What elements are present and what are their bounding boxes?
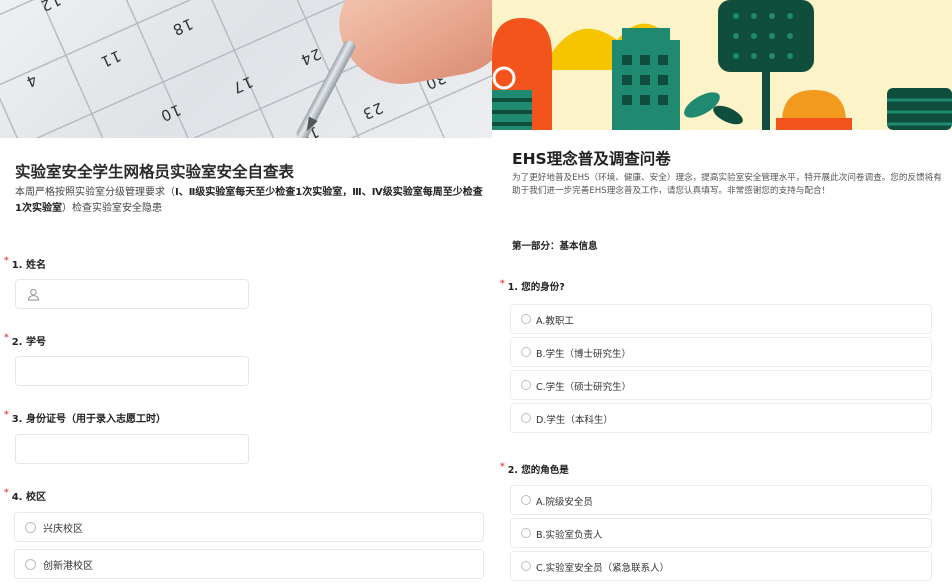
option-label: 兴庆校区 bbox=[43, 524, 83, 535]
required-mark: * bbox=[4, 333, 9, 343]
radio-button[interactable] bbox=[521, 561, 531, 571]
question-identity-label: * 1. 您的身份? bbox=[500, 279, 565, 293]
survey-title: 实验室安全学生网格员实验室安全自查表 bbox=[15, 163, 295, 181]
campus-option[interactable]: 创新港校区 bbox=[14, 549, 484, 579]
tree-canopy bbox=[718, 0, 814, 72]
radio-button[interactable] bbox=[521, 347, 531, 357]
option-label: B.学生（博士研究生） bbox=[536, 349, 632, 360]
option-label: A.教职工 bbox=[536, 316, 574, 327]
radio-button[interactable] bbox=[521, 528, 531, 538]
person-icon bbox=[27, 288, 40, 301]
question-text: 3. 身份证号（用于录入志愿工时） bbox=[11, 414, 166, 425]
radio-button[interactable] bbox=[25, 559, 36, 570]
question-id-card-label: * 3. 身份证号（用于录入志愿工时） bbox=[4, 410, 166, 425]
role-option[interactable]: C.实验室安全员（紧急联系人） bbox=[510, 551, 932, 581]
radio-button[interactable] bbox=[25, 522, 36, 533]
question-name-label: * 1. 姓名 bbox=[4, 256, 46, 271]
option-label: D.学生（本科生） bbox=[536, 415, 613, 426]
id-card-input[interactable] bbox=[15, 434, 249, 464]
role-option[interactable]: B.实验室负责人 bbox=[510, 518, 932, 548]
required-mark: * bbox=[4, 256, 9, 266]
survey-description: 本周严格按照实验室分级管理要求（Ⅰ、Ⅱ级实验室每天至少检查1次实验室，Ⅲ、Ⅳ级实… bbox=[15, 185, 485, 217]
survey-description: 为了更好地普及EHS（环境、健康、安全）理念，提高实验室安全管理水平，特开展此次… bbox=[512, 173, 942, 196]
student-id-input[interactable] bbox=[15, 356, 249, 386]
campus-option[interactable]: 兴庆校区 bbox=[14, 512, 484, 542]
question-text: 4. 校区 bbox=[11, 492, 46, 503]
ehs-banner-illustration bbox=[492, 0, 952, 130]
question-text: 1. 您的身份? bbox=[507, 282, 565, 293]
identity-option[interactable]: B.学生（博士研究生） bbox=[510, 337, 932, 367]
required-mark: * bbox=[4, 410, 9, 420]
required-mark: * bbox=[500, 462, 505, 472]
role-option[interactable]: A.院级安全员 bbox=[510, 485, 932, 515]
radio-button[interactable] bbox=[521, 413, 531, 423]
question-text: 1. 姓名 bbox=[11, 260, 46, 271]
question-student-id-label: * 2. 学号 bbox=[4, 333, 46, 348]
section-heading: 第一部分：基本信息 bbox=[512, 241, 598, 252]
question-campus-label: * 4. 校区 bbox=[4, 488, 46, 503]
required-mark: * bbox=[500, 279, 505, 289]
option-label: A.院级安全员 bbox=[536, 497, 593, 508]
option-label: C.学生（硕士研究生） bbox=[536, 382, 632, 393]
option-label: 创新港校区 bbox=[43, 561, 93, 572]
description-suffix: ）检查实验室安全隐患 bbox=[61, 203, 162, 214]
radio-button[interactable] bbox=[521, 495, 531, 505]
option-label: C.实验室安全员（紧急联系人） bbox=[536, 563, 670, 574]
survey-title: EHS理念普及调查问卷 bbox=[512, 150, 671, 168]
identity-option[interactable]: C.学生（硕士研究生） bbox=[510, 370, 932, 400]
question-role-label: * 2. 您的角色是 bbox=[500, 462, 569, 476]
radio-button[interactable] bbox=[521, 314, 531, 324]
required-mark: * bbox=[4, 488, 9, 498]
identity-option[interactable]: D.学生（本科生） bbox=[510, 403, 932, 433]
calendar-banner-image: 12 18 24 30 4 11 17 23 10 16 bbox=[0, 0, 492, 138]
description-prefix: 本周严格按照实验室分级管理要求（ bbox=[15, 187, 175, 198]
option-label: B.实验室负责人 bbox=[536, 530, 603, 541]
question-text: 2. 您的角色是 bbox=[507, 465, 569, 476]
identity-option[interactable]: A.教职工 bbox=[510, 304, 932, 334]
radio-button[interactable] bbox=[521, 380, 531, 390]
name-input[interactable] bbox=[15, 279, 249, 309]
left-survey-panel: 12 18 24 30 4 11 17 23 10 16 实验室安全学生网格员实… bbox=[0, 0, 492, 587]
right-survey-panel: EHS理念普及调查问卷 为了更好地普及EHS（环境、健康、安全）理念，提高实验室… bbox=[492, 0, 952, 587]
banner-illustration bbox=[492, 0, 952, 130]
question-text: 2. 学号 bbox=[11, 337, 46, 348]
